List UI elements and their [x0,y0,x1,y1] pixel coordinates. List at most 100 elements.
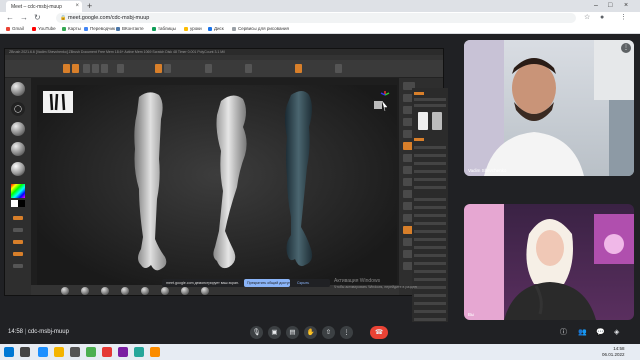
brush-slot-icon[interactable] [181,287,189,295]
brush-slot-icon[interactable] [121,287,129,295]
bookmark-item[interactable]: Gmail [6,26,24,31]
zbrush-viewport[interactable] [37,85,397,285]
palette-row[interactable] [414,262,446,265]
z-intensity-icon[interactable] [245,64,252,73]
palette-row[interactable] [414,294,446,297]
palette-row[interactable] [414,138,424,141]
zadd-tool-icon[interactable] [155,64,162,73]
brush-slot-icon[interactable] [201,287,209,295]
palette-row[interactable] [414,198,446,201]
scale-tool-icon[interactable] [92,64,99,73]
palette-row[interactable] [414,278,446,281]
close-window-icon[interactable]: × [624,1,628,11]
maximize-icon[interactable]: □ [608,1,612,11]
forward-icon[interactable]: → [20,13,28,23]
back-icon[interactable]: ← [6,13,14,23]
left-shelf-button[interactable] [13,252,23,256]
arm-model-front[interactable] [125,89,185,279]
palette-row[interactable] [414,98,446,101]
arm-model-back-dark[interactable] [269,87,339,277]
subtool-thumbnail[interactable] [418,112,428,130]
material-preview-icon[interactable] [11,162,25,176]
bookmark-item[interactable]: Сервисы для рисования [232,26,289,31]
secondary-color-swatch[interactable] [18,200,25,207]
new-tab-icon[interactable]: + [87,1,92,11]
present-icon[interactable]: ⇧ [322,326,335,339]
arm-model-side[interactable] [199,91,269,281]
hide-notice-button[interactable]: Скрыть [294,279,326,287]
brush-slot-icon[interactable] [161,287,169,295]
palette-row[interactable] [414,214,446,217]
camera-icon[interactable]: ▣ [268,326,281,339]
main-color-swatch[interactable] [11,200,18,207]
palette-row[interactable] [414,92,424,95]
focal-shift-icon[interactable] [335,64,342,73]
palette-row[interactable] [414,222,446,225]
rotate-tool-icon[interactable] [101,64,108,73]
app-icon[interactable] [150,347,160,357]
gizmo-tool-icon[interactable] [117,64,124,73]
bookmark-item[interactable]: YouTube [32,26,56,31]
palette-row[interactable] [414,246,446,249]
texture-preview-icon[interactable] [11,142,25,156]
captions-icon[interactable]: ▤ [286,326,299,339]
zsub-tool-icon[interactable] [164,64,171,73]
hand-icon[interactable]: ✋ [304,326,317,339]
minimize-icon[interactable]: – [594,1,598,11]
bookmark-item[interactable]: ВКонтакте [116,26,144,31]
tab-close-icon[interactable]: × [75,3,79,9]
system-clock[interactable]: 14:58 06.01.2022 [602,346,625,358]
rgb-intensity-icon[interactable] [205,64,212,73]
shared-screen-zbrush[interactable]: ZBrush 2021.6.6 [Vadim Shevchenko] ZBrus… [4,48,444,296]
draw-tool-icon[interactable] [72,64,79,73]
bookmark-item[interactable]: таблицы [152,26,176,31]
palette-row[interactable] [414,104,446,107]
subtool-thumbnail[interactable] [432,112,442,130]
brush-slot-icon[interactable] [141,287,149,295]
stop-sharing-button[interactable]: Прекратить общий доступ [244,279,290,287]
palette-row[interactable] [414,230,446,233]
bookmark-star-icon[interactable]: ☆ [584,13,590,23]
participant-tile[interactable]: ⋮ Vadim Shevchenko [464,40,634,176]
palette-row[interactable] [414,178,446,181]
start-icon[interactable] [4,347,14,357]
palette-row[interactable] [414,186,446,189]
left-shelf-button[interactable] [13,240,23,244]
stroke-preview-icon[interactable] [11,102,25,116]
reload-icon[interactable]: ↻ [34,13,41,23]
info-icon[interactable]: ⓘ [560,328,567,337]
profile-avatar-icon[interactable]: ● [600,13,604,23]
palette-row[interactable] [414,162,446,165]
chrome-icon[interactable] [86,347,96,357]
app-icon[interactable] [118,347,128,357]
tile-options-icon[interactable]: ⋮ [621,43,631,53]
palette-row[interactable] [414,286,446,289]
brush-slot-icon[interactable] [61,287,69,295]
zbrush-icon[interactable] [70,347,80,357]
mic-icon[interactable]: 🎙 [250,326,263,339]
address-bar[interactable]: 🔒 meet.google.com/cdc-msbj-muup [56,13,576,23]
palette-row[interactable] [414,270,446,273]
more-icon[interactable]: ⋮ [340,326,353,339]
participant-tile[interactable]: Вы [464,204,634,320]
edge-icon[interactable] [38,347,48,357]
bookmark-item[interactable]: Переводчик [84,26,115,31]
draw-size-icon[interactable] [295,64,302,73]
people-icon[interactable]: 👥 [578,328,587,337]
bookmark-item[interactable]: Карты [62,26,81,31]
palette-row[interactable] [414,318,446,321]
activities-icon[interactable]: ◈ [614,328,619,337]
palette-row[interactable] [414,254,446,257]
palette-row[interactable] [414,238,446,241]
palette-row[interactable] [414,154,446,157]
bookmark-item[interactable]: Диск [208,26,224,31]
edit-tool-icon[interactable] [63,64,70,73]
palette-row[interactable] [414,206,446,209]
color-picker-icon[interactable] [11,184,25,198]
bookmark-item[interactable]: уроки [184,26,202,31]
brush-preview-icon[interactable] [11,82,25,96]
palette-row[interactable] [414,170,446,173]
left-shelf-button[interactable] [13,264,23,268]
brush-slot-icon[interactable] [81,287,89,295]
move-tool-icon[interactable] [83,64,90,73]
